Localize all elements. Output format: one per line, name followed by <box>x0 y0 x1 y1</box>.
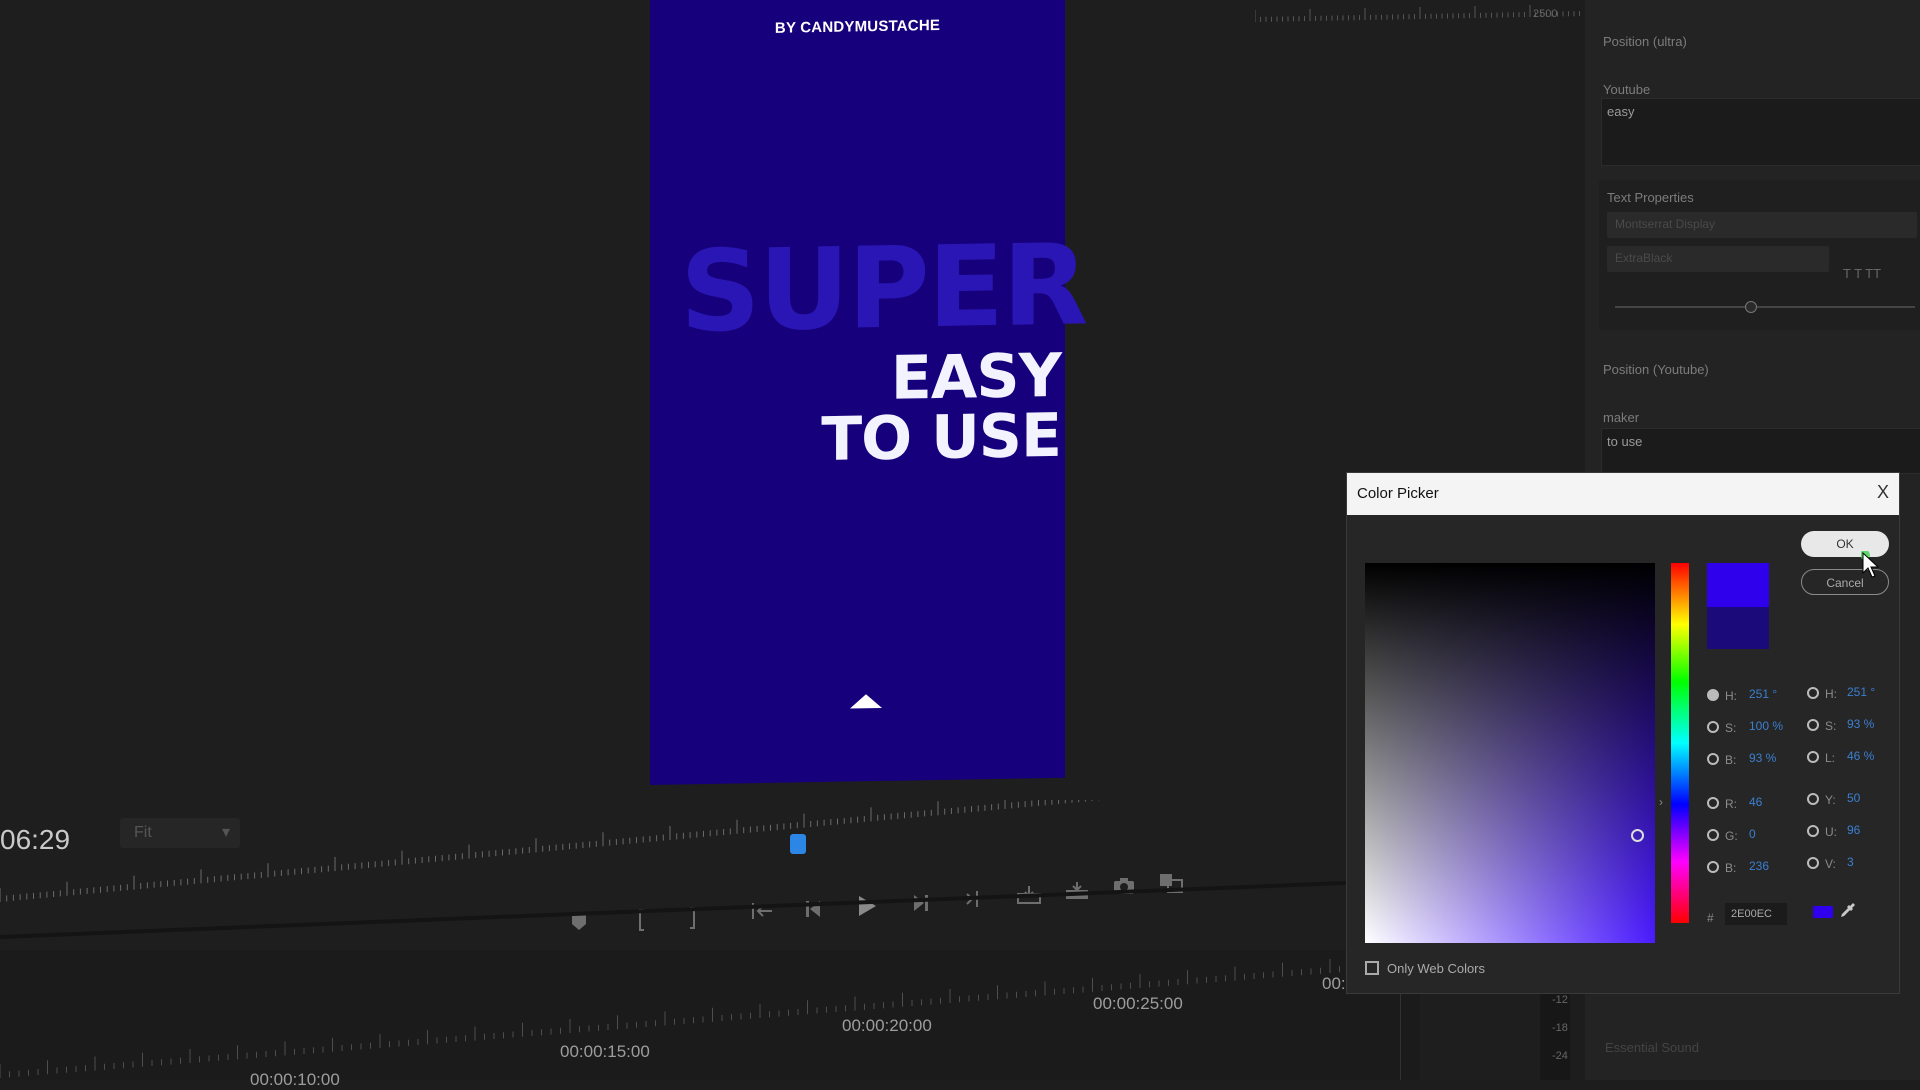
video-preview: BY CANDYMUSTACHE SUPER EASY TO USE <box>650 0 1086 785</box>
hsl-hue-value[interactable]: 251 ° <box>1847 685 1875 699</box>
saturation-brightness-field[interactable] <box>1365 563 1655 943</box>
hsl-lightness-label: L: <box>1825 751 1836 765</box>
playhead-handle[interactable] <box>790 834 806 854</box>
maker-text-field[interactable] <box>1601 428 1920 474</box>
timeline-time-label: 00:00:10:00 <box>250 1070 340 1089</box>
rgb-blue-radio[interactable] <box>1707 861 1719 873</box>
hsb-brightness-value[interactable]: 93 % <box>1749 751 1776 765</box>
yuv-u-label: U: <box>1825 825 1837 839</box>
rgb-red-value[interactable]: 46 <box>1749 795 1762 809</box>
original-color-swatch[interactable] <box>1707 607 1769 649</box>
panel-top-ruler <box>1255 5 1580 22</box>
hsb-saturation-label: S: <box>1725 721 1737 735</box>
font-family-dropdown[interactable]: Montserrat Display <box>1607 212 1917 238</box>
rgb-blue-label: B: <box>1725 861 1737 875</box>
hsb-saturation-value[interactable]: 100 % <box>1749 719 1783 733</box>
timeline-time-label: 00:00:25:00 <box>1093 994 1183 1013</box>
byline-text: BY CANDYMUSTACHE <box>774 16 941 37</box>
hsb-hue-radio[interactable] <box>1707 689 1719 701</box>
ruler-label: 2500 <box>1533 8 1558 20</box>
hsl-saturation-value[interactable]: 93 % <box>1847 717 1874 731</box>
mouse-cursor-icon <box>1861 551 1880 578</box>
timeline-time-label: 00:00:20:00 <box>842 1016 932 1035</box>
hsl-lightness-radio[interactable] <box>1807 751 1819 763</box>
hex-color-swatch <box>1813 906 1833 918</box>
eyedropper-icon[interactable] <box>1839 901 1857 921</box>
program-monitor: BY CANDYMUSTACHE SUPER EASY TO USE 06:29… <box>0 0 1560 1080</box>
saturation-brightness-gradient <box>1365 563 1655 943</box>
font-style-dropdown[interactable]: ExtraBlack <box>1607 246 1829 272</box>
hex-input[interactable]: 2E00EC <box>1725 903 1787 925</box>
hex-hash-label: # <box>1707 911 1714 925</box>
monitor-time-ruler[interactable] <box>0 800 1340 910</box>
hsl-saturation-label: S: <box>1825 719 1837 733</box>
color-selector-cursor[interactable] <box>1631 829 1644 842</box>
play-icon[interactable] <box>856 894 878 918</box>
font-size-slider[interactable] <box>1615 306 1915 308</box>
maker-label: maker <box>1603 410 1640 425</box>
timeline-panel[interactable]: 00:00:10:00 00:00:15:00 00:00:20:00 00:0… <box>0 950 1420 1089</box>
rgb-red-label: R: <box>1725 797 1737 811</box>
youtube-label: Youtube <box>1603 82 1651 97</box>
up-arrow-icon <box>850 693 882 709</box>
rgb-green-value[interactable]: 0 <box>1749 827 1756 841</box>
hsl-lightness-value[interactable]: 46 % <box>1847 749 1874 763</box>
position-ultra-label: Position (ultra) <box>1603 34 1687 49</box>
yuv-v-value[interactable]: 3 <box>1847 855 1854 869</box>
youtube-text-value: easy <box>1607 104 1635 119</box>
color-picker-dialog: Color Picker X › OK Cancel H: 251 ° S: 1… <box>1346 472 1900 994</box>
close-icon[interactable]: X <box>1877 482 1889 503</box>
hsb-brightness-label: B: <box>1725 753 1737 767</box>
text-properties-label: Text Properties <box>1607 190 1694 205</box>
maker-text-value: to use <box>1607 434 1643 449</box>
hue-slider[interactable] <box>1671 563 1689 923</box>
font-size-slider-handle[interactable] <box>1745 301 1757 313</box>
yuv-y-label: Y: <box>1825 793 1836 807</box>
youtube-text-field[interactable] <box>1601 98 1920 166</box>
yuv-v-label: V: <box>1825 857 1836 871</box>
hsb-brightness-radio[interactable] <box>1707 753 1719 765</box>
only-web-colors-label: Only Web Colors <box>1387 961 1486 976</box>
headline-background-text: SUPER <box>680 220 1087 358</box>
dialog-title: Color Picker <box>1357 485 1439 502</box>
text-style-buttons[interactable]: T T TT <box>1843 266 1881 281</box>
new-color-swatch <box>1707 563 1769 607</box>
meter-label: -18 <box>1552 1022 1568 1034</box>
position-youtube-label: Position (Youtube) <box>1603 362 1709 377</box>
yuv-u-value[interactable]: 96 <box>1847 823 1860 837</box>
hsb-hue-label: H: <box>1725 689 1737 703</box>
rgb-blue-value[interactable]: 236 <box>1749 859 1769 873</box>
hsb-hue-value[interactable]: 251 ° <box>1749 687 1777 701</box>
hue-slider-marker-icon[interactable]: › <box>1659 795 1663 809</box>
rgb-green-radio[interactable] <box>1707 829 1719 841</box>
dialog-titlebar[interactable]: Color Picker X <box>1347 473 1899 515</box>
rgb-green-label: G: <box>1725 829 1738 843</box>
audio-meter: -12 -18 -24 <box>1540 990 1570 1080</box>
audio-meter-divider <box>1400 986 1401 1080</box>
headline-line-2: TO USE <box>821 400 1061 476</box>
meter-label: -12 <box>1552 994 1568 1006</box>
yuv-v-radio[interactable] <box>1807 857 1819 869</box>
step-forward-icon[interactable] <box>908 892 930 914</box>
hsl-hue-label: H: <box>1825 687 1837 701</box>
timeline-ruler[interactable] <box>0 950 1420 1080</box>
timeline-time-label: 00:00:15:00 <box>560 1042 650 1061</box>
hsl-hue-radio[interactable] <box>1807 687 1819 699</box>
yuv-y-value[interactable]: 50 <box>1847 791 1860 805</box>
meter-label: -24 <box>1552 1050 1568 1062</box>
hsl-saturation-radio[interactable] <box>1807 719 1819 731</box>
yuv-y-radio[interactable] <box>1807 793 1819 805</box>
only-web-colors-checkbox[interactable] <box>1365 961 1379 975</box>
essential-sound-label: Essential Sound <box>1605 1040 1699 1055</box>
rgb-red-radio[interactable] <box>1707 797 1719 809</box>
hsb-saturation-radio[interactable] <box>1707 721 1719 733</box>
yuv-u-radio[interactable] <box>1807 825 1819 837</box>
